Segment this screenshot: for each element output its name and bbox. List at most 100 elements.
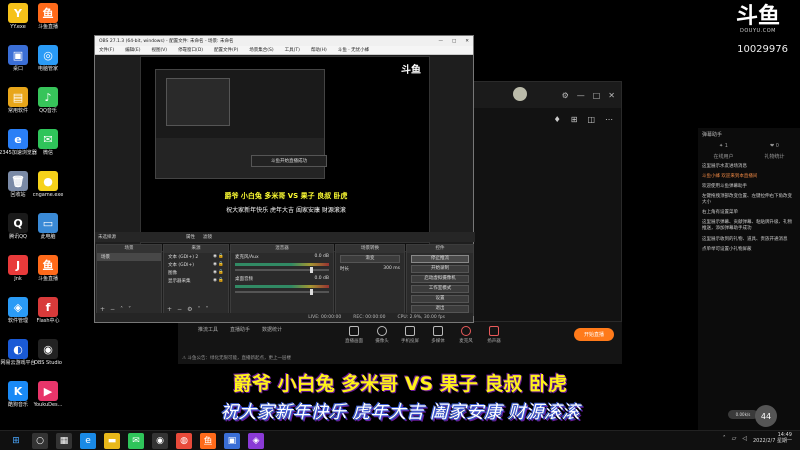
- obs-menu-item[interactable]: 斗鱼 · 无忧小蜂: [338, 47, 369, 53]
- desktop-volume-slider[interactable]: [235, 289, 329, 295]
- clock[interactable]: 14:49 2022/2/7 星期一: [753, 432, 792, 445]
- window-icon[interactable]: ◫: [587, 115, 595, 124]
- tool-microphone[interactable]: 麦克风: [452, 326, 480, 344]
- desktop-icon[interactable]: ◎ 电脑管家: [30, 45, 66, 73]
- search-icon[interactable]: ○: [32, 432, 48, 449]
- obs-menu-item[interactable]: 场景集合(S): [249, 47, 273, 53]
- tab-gift-stats[interactable]: 礼物统计: [764, 153, 784, 160]
- cpu-fps: CPU: 2.9%, 30.00 fps: [397, 315, 446, 320]
- desktop-icon-label: Flash中心: [36, 318, 60, 324]
- visibility-lock-icon[interactable]: ◉ 🔒: [213, 270, 224, 276]
- remove-icon[interactable]: −: [177, 306, 182, 313]
- desktop-icon[interactable]: 鱼斗鱼直播: [30, 3, 66, 31]
- studio-mode-button[interactable]: 工作室模式: [411, 285, 469, 293]
- desktop-icon[interactable]: ● cngame.exe: [30, 171, 66, 199]
- tool-phone-cast[interactable]: 手机投屏: [396, 326, 424, 344]
- windows-start-icon[interactable]: ⊞: [8, 433, 24, 449]
- slider-knob[interactable]: [310, 267, 314, 273]
- settings-icon[interactable]: ⚙: [187, 306, 192, 313]
- source-item[interactable]: 图像 ◉ 🔒: [164, 269, 228, 277]
- filters-button[interactable]: 滤镜: [203, 234, 212, 240]
- exit-button[interactable]: 退出: [411, 305, 469, 313]
- close-button[interactable]: ✕: [608, 91, 615, 100]
- tab-online-users[interactable]: 在线用户: [713, 153, 733, 160]
- tab-live-assistant[interactable]: 直播助手: [230, 326, 250, 333]
- desktop-icon-label: 斗鱼直播: [37, 24, 58, 30]
- visibility-lock-icon[interactable]: ◉ 🔒: [213, 254, 224, 260]
- source-item[interactable]: 文本 (GDI+) 2 ◉ 🔒: [164, 253, 228, 261]
- task-view-icon[interactable]: ▦: [56, 432, 72, 449]
- visibility-lock-icon[interactable]: ◉ 🔒: [213, 278, 224, 284]
- transition-select[interactable]: 渐变: [340, 255, 400, 263]
- clock-date: 2022/2/7 星期一: [752, 438, 792, 445]
- obs-menu-item[interactable]: 配置文件(P): [214, 47, 238, 53]
- add-icon[interactable]: +: [167, 306, 172, 313]
- desktop-icon-label: 桌口: [12, 66, 23, 72]
- desktop-icon[interactable]: ◉ OBS Studio: [30, 339, 66, 367]
- mic-meter: [235, 263, 329, 266]
- wechat-icon[interactable]: ✉: [128, 432, 144, 449]
- down-icon[interactable]: ˅: [205, 306, 208, 313]
- chrome-icon[interactable]: ◍: [176, 432, 192, 449]
- overlay-greeting: 祝大家新年快乐 虎年大吉 阖家安康 财源滚滚: [220, 402, 580, 423]
- up-icon[interactable]: ˄: [120, 306, 123, 313]
- down-icon[interactable]: ˅: [128, 306, 131, 313]
- avatar[interactable]: [513, 87, 527, 101]
- tool-live-screen[interactable]: 直播画面: [340, 326, 368, 344]
- visibility-lock-icon[interactable]: ◉ 🔒: [213, 262, 224, 268]
- obs-icon[interactable]: ◉: [152, 432, 168, 449]
- obs-menu-item[interactable]: 停靠窗口(D): [178, 47, 203, 53]
- network-icon[interactable]: ▱: [732, 435, 737, 442]
- desktop-icon[interactable]: f Flash中心: [30, 297, 66, 325]
- obs-menu-item[interactable]: 视图(V): [151, 47, 167, 53]
- tool-camera[interactable]: 摄像头: [368, 326, 396, 344]
- settings-button[interactable]: 设置: [411, 295, 469, 303]
- duration-input[interactable]: 300 ms: [383, 266, 400, 272]
- tab-push-tool[interactable]: 推流工具: [198, 326, 218, 333]
- desktop-icon[interactable]: 鱼斗鱼直播: [30, 255, 66, 283]
- remove-icon[interactable]: −: [110, 306, 115, 313]
- source-item[interactable]: 文本 (GDI+) ◉ 🔒: [164, 261, 228, 269]
- desktop-icon[interactable]: ♪ QQ音乐: [30, 87, 66, 115]
- gift-icon[interactable]: ♦: [554, 115, 561, 124]
- minimize-button[interactable]: —: [438, 39, 443, 44]
- app-icon[interactable]: ▣: [224, 432, 240, 449]
- obs-menu-item[interactable]: 编辑(E): [125, 47, 140, 53]
- close-button[interactable]: ✕: [465, 39, 469, 44]
- properties-button[interactable]: 属性: [186, 234, 195, 240]
- app-icon: f: [38, 297, 58, 317]
- obs-menu-item[interactable]: 工具(T): [285, 47, 300, 53]
- virtual-camera-button[interactable]: 启动虚拟摄像机: [411, 275, 469, 283]
- slider-knob[interactable]: [310, 289, 314, 295]
- desktop-icon[interactable]: ▭ 此电脑: [30, 213, 66, 241]
- app2-icon[interactable]: ◈: [248, 432, 264, 449]
- add-icon[interactable]: +: [100, 306, 105, 313]
- tool-speaker[interactable]: 扬声器: [480, 326, 508, 344]
- maximize-button[interactable]: □: [452, 39, 456, 44]
- tray-chevron-icon[interactable]: ˄: [723, 435, 726, 442]
- start-live-button[interactable]: 开始直播: [574, 328, 614, 341]
- douyu-icon[interactable]: 鱼: [200, 432, 216, 449]
- volume-icon[interactable]: ◁: [742, 435, 747, 442]
- minimize-button[interactable]: —: [577, 91, 585, 100]
- app-icon: 鱼: [38, 3, 58, 23]
- obs-menu-item[interactable]: 文件(F): [99, 47, 114, 53]
- scene-item[interactable]: 场景: [97, 253, 161, 261]
- maximize-button[interactable]: □: [593, 91, 601, 100]
- mic-volume-slider[interactable]: [235, 267, 329, 273]
- share-icon[interactable]: ⋯: [605, 115, 613, 124]
- layout-icon[interactable]: ⊞: [571, 115, 578, 124]
- start-record-button[interactable]: 开始录制: [411, 265, 469, 273]
- explorer-icon[interactable]: ▬: [104, 432, 120, 449]
- stop-stream-button[interactable]: 停止推流: [411, 255, 469, 263]
- obs-menu-item[interactable]: 帮助(H): [311, 47, 327, 53]
- settings-icon[interactable]: ⚙: [562, 91, 569, 100]
- source-name: 文本 (GDI+): [168, 263, 194, 268]
- up-icon[interactable]: ˄: [197, 306, 200, 313]
- tab-data-stats[interactable]: 数据统计: [262, 326, 282, 333]
- source-item[interactable]: 显示器采集 ◉ 🔒: [164, 277, 228, 285]
- tool-multimedia[interactable]: 多媒体: [424, 326, 452, 344]
- desktop-icon[interactable]: ✉ 微信: [30, 129, 66, 157]
- edge-icon[interactable]: e: [80, 432, 96, 449]
- obs-preview[interactable]: 斗鱼 斗鱼开始直播成功 爵爷 小白兔 多米哥 VS 果子 良叔 卧虎 祝大家新年…: [140, 56, 430, 252]
